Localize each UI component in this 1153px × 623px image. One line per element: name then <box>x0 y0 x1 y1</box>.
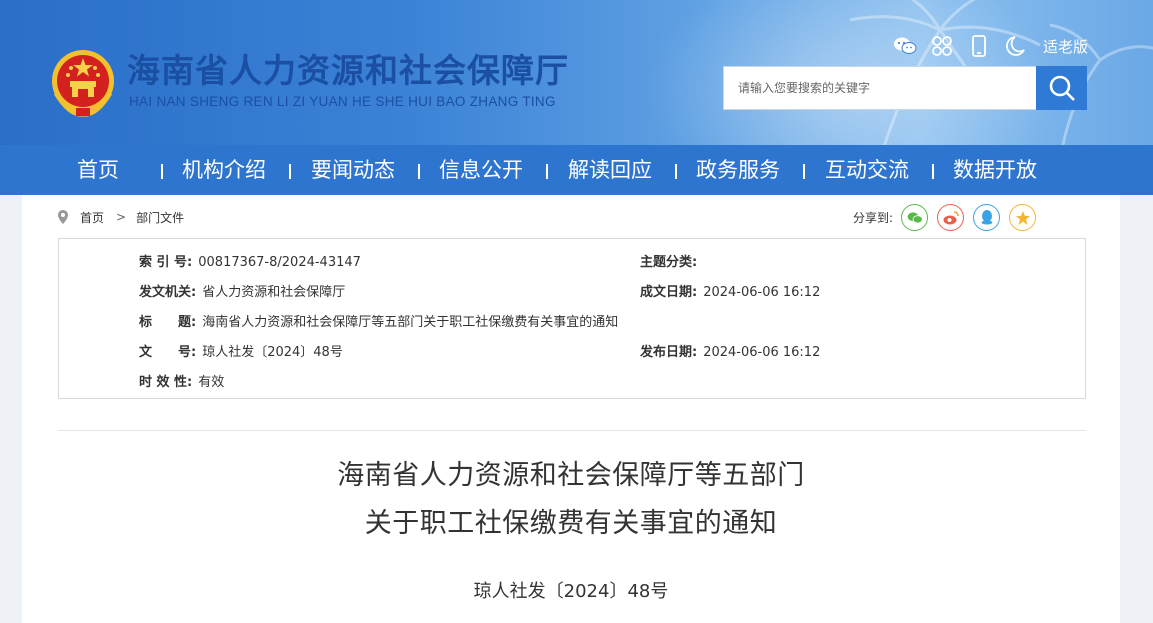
top-toolbar: 适老版 <box>892 33 1088 59</box>
meta-issuer-label: 发文机关: <box>139 285 197 300</box>
site-title-pinyin: HAI NAN SHENG REN LI ZI YUAN HE SHE HUI … <box>129 94 556 109</box>
breadcrumb-home[interactable]: 首页 <box>80 209 104 226</box>
meta-category-label: 主题分类: <box>640 255 698 270</box>
nav-item-about[interactable]: 机构介绍 <box>182 145 266 195</box>
weibo-icon <box>943 210 959 224</box>
chevron-right-icon: > <box>116 210 127 224</box>
nav-separator <box>418 164 420 179</box>
nav-separator <box>803 164 805 179</box>
meta-published: 发布日期: 2024-06-06 16:12 <box>640 341 820 360</box>
meta-created-value: 2024-06-06 16:12 <box>703 285 821 300</box>
document-metadata: 索 引 号: 00817367-8/2024-43147 主题分类: 发文机关: 省… <box>58 238 1086 399</box>
nav-separator <box>546 164 548 179</box>
meta-index-label: 索 引 号: <box>139 255 193 270</box>
meta-docno: 文 号: 琼人社发〔2024〕48号 <box>139 341 343 360</box>
meta-published-value: 2024-06-06 16:12 <box>703 345 821 360</box>
moon-icon[interactable] <box>1003 34 1029 58</box>
elder-mode-link[interactable]: 适老版 <box>1043 36 1088 57</box>
nav-separator <box>932 164 934 179</box>
breadcrumb-current[interactable]: 部门文件 <box>136 209 184 226</box>
wechat-icon <box>907 211 923 223</box>
mobile-icon[interactable] <box>966 34 992 58</box>
meta-created: 成文日期: 2024-06-06 16:12 <box>640 281 820 300</box>
meta-issuer-value: 省人力资源和社会保障厅 <box>202 285 346 300</box>
qq-icon <box>981 210 993 225</box>
document-title-line1: 海南省人力资源和社会保障厅等五部门 <box>337 460 805 491</box>
nav-item-disclosure[interactable]: 信息公开 <box>439 145 523 195</box>
meta-docno-value: 琼人社发〔2024〕48号 <box>202 345 343 360</box>
meta-index: 索 引 号: 00817367-8/2024-43147 <box>139 251 361 270</box>
meta-title-value: 海南省人力资源和社会保障厅等五部门关于职工社保缴费有关事宜的通知 <box>202 315 619 330</box>
divider <box>58 430 1086 431</box>
meta-category: 主题分类: <box>640 251 703 270</box>
nav-item-home[interactable]: 首页 <box>77 145 119 195</box>
meta-validity-value: 有效 <box>198 375 225 390</box>
meta-created-label: 成文日期: <box>640 285 698 300</box>
app-grid-icon[interactable] <box>929 34 955 58</box>
meta-validity: 时 效 性: 有效 <box>139 371 224 390</box>
share-weibo-button[interactable] <box>937 204 965 231</box>
search-icon <box>1049 75 1075 101</box>
meta-published-label: 发布日期: <box>640 345 698 360</box>
share-qzone-button[interactable] <box>1009 204 1037 231</box>
document-number: 琼人社发〔2024〕48号 <box>473 581 669 602</box>
share-qq-button[interactable] <box>973 204 1001 231</box>
site-title: 海南省人力资源和社会保障厅 <box>127 51 569 90</box>
meta-title-label: 标 题: <box>139 315 197 330</box>
content-panel: 首页 > 部门文件 分享到: 索 引 号: 00817367-8/2024-43… <box>22 195 1120 623</box>
nav-separator <box>675 164 677 179</box>
meta-docno-label: 文 号: <box>139 345 197 360</box>
wechat-icon[interactable] <box>892 34 918 58</box>
document-title-line2: 关于职工社保缴费有关事宜的通知 <box>364 508 778 539</box>
national-emblem-icon <box>52 50 114 117</box>
qzone-icon <box>1015 210 1030 225</box>
meta-validity-label: 时 效 性: <box>139 375 193 390</box>
nav-separator <box>289 164 291 179</box>
search-button[interactable] <box>1036 66 1087 110</box>
meta-index-value: 00817367-8/2024-43147 <box>198 255 361 270</box>
nav-separator <box>161 164 163 179</box>
site-header: 海南省人力资源和社会保障厅 HAI NAN SHENG REN LI ZI YU… <box>0 0 1153 145</box>
search-input[interactable] <box>723 66 1037 110</box>
share-wechat-button[interactable] <box>901 204 929 231</box>
nav-item-news[interactable]: 要闻动态 <box>311 145 395 195</box>
meta-issuer: 发文机关: 省人力资源和社会保障厅 <box>139 281 345 300</box>
location-pin-icon <box>58 210 68 224</box>
share-bar: 分享到: <box>853 204 1045 231</box>
breadcrumb: 首页 > 部门文件 <box>58 206 184 228</box>
nav-item-interpretation[interactable]: 解读回应 <box>568 145 652 195</box>
nav-item-open-data[interactable]: 数据开放 <box>953 145 1037 195</box>
share-label: 分享到: <box>853 211 894 225</box>
meta-title: 标 题: 海南省人力资源和社会保障厅等五部门关于职工社保缴费有关事宜的通知 <box>139 311 618 330</box>
nav-item-services[interactable]: 政务服务 <box>696 145 780 195</box>
main-nav: 首页 机构介绍 要闻动态 信息公开 解读回应 政务服务 互动交流 数据开放 <box>0 145 1153 195</box>
nav-item-interaction[interactable]: 互动交流 <box>825 145 909 195</box>
